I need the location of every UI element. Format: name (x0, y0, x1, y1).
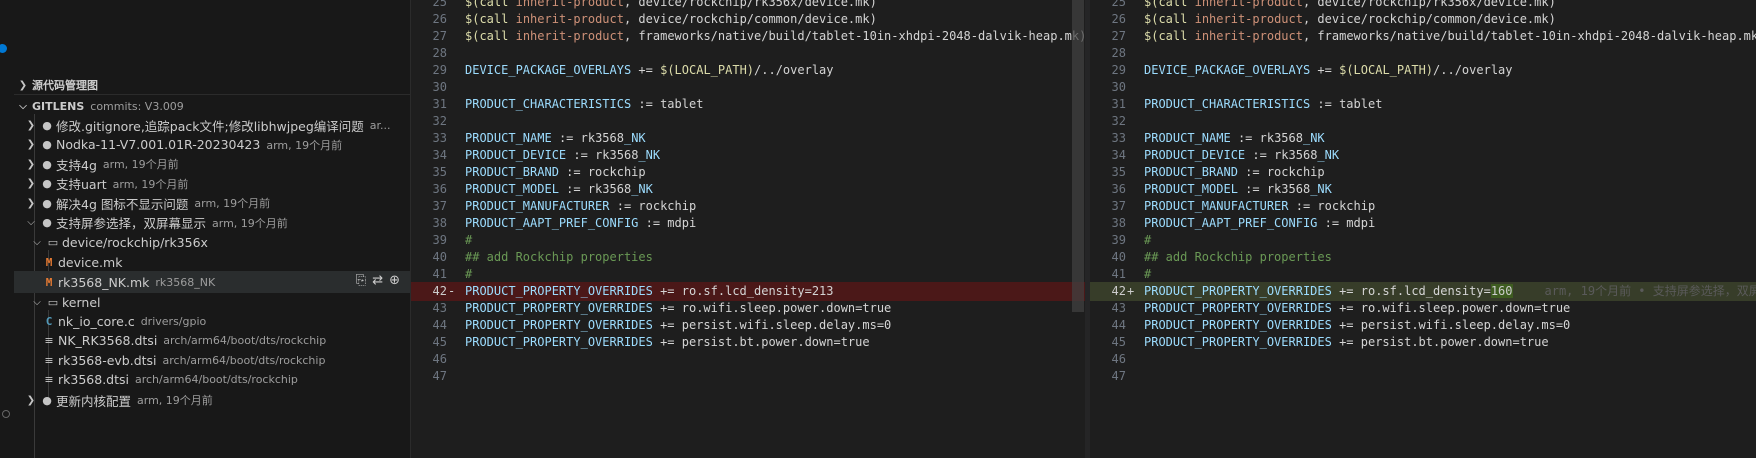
commit-desc: arm, 19个月前 (212, 216, 288, 230)
file-label: rk3568.dtsi (58, 372, 129, 387)
file-path: arch/arm64/boot/dts/rockchip (134, 373, 298, 386)
file-label: rk3568-evb.dtsi (58, 352, 157, 368)
globe-icon[interactable]: ⊕ (389, 273, 400, 288)
diff-left-pane[interactable]: 25 $(call inherit-product, device/rockchi… (411, 0, 1085, 458)
diff-right-pane[interactable]: 25 $(call inherit-product, device/rockchi… (1090, 0, 1756, 458)
dts-file-icon: ≡ (44, 373, 54, 386)
line-number: 47 (432, 369, 447, 383)
row-actions: ⎘ ⇄ ⊕ (356, 273, 400, 288)
commit-label: 修改.gitignore,追踪pack文件;修改libhwjpeg编译问题 (56, 118, 364, 134)
file-path: arch/arm64/boot/dts/rockchip (163, 334, 327, 347)
file-path: rk3568_NK (155, 275, 216, 289)
commit-desc: arm, 19个月前 (112, 177, 189, 191)
commit-label: 支持4g (56, 157, 97, 173)
commit-label: Nodka-11-V7.001.01R-20230423 (56, 137, 261, 152)
dts-file-icon: ≡ (44, 353, 54, 367)
commit-label: 解决4g 图标不显示问题 (56, 196, 189, 212)
commit-label: 支持屏参选择，双屏幕显示 (56, 216, 207, 231)
code-line[interactable]: 47 (1090, 367, 1756, 386)
commit-desc: arm, 19个月前 (102, 158, 179, 171)
compare-icon[interactable]: ⇄ (372, 273, 383, 288)
commit-desc: ar... (369, 118, 391, 132)
chevron-down-icon: ⌵ (19, 100, 27, 112)
makefile-icon: M (45, 275, 53, 289)
person-icon: ● (42, 393, 52, 407)
file-label: rk3568_NK.mk (58, 274, 150, 290)
dts-file-icon: ≡ (44, 334, 54, 347)
person-icon: ● (42, 157, 52, 171)
chevron-down-icon: ⌵ (33, 296, 41, 308)
person-icon: ● (42, 177, 52, 190)
commit-desc: arm, 19个月前 (194, 197, 271, 210)
person-icon: ● (42, 216, 52, 229)
activity-badge (0, 44, 7, 53)
chevron-right-icon: ❯ (26, 394, 36, 406)
c-file-icon: C (45, 314, 53, 328)
file-item[interactable]: ≡ rk3568.dtsi arch/arm64/boot/dts/rockchip… (14, 369, 410, 391)
file-label: device.mk (58, 254, 123, 270)
chevron-right-icon: ❯ (26, 158, 36, 170)
source-control-graph-header[interactable]: ❯ 源代码管理图 (14, 74, 410, 96)
file-path: arch/arm64/boot/dts/rockchip (162, 353, 326, 367)
chevron-right-icon: ❯ (18, 79, 28, 91)
person-icon: ● (42, 196, 52, 210)
folder-device-rockchip[interactable]: ⌵ ▭ device/rockchip/rk356x (14, 231, 410, 253)
chevron-down-icon: ⌵ (33, 236, 41, 248)
chevron-right-icon: ❯ (26, 178, 36, 189)
chevron-right-icon: ❯ (26, 197, 36, 209)
blame-annotation: arm, 19个月前 • 支持屏参选择，双屏幕显示 (1544, 284, 1756, 298)
commit-label: 支持uart (56, 177, 107, 192)
person-icon: ● (42, 138, 52, 151)
file-item[interactable]: Mrk3568_NK.mkrk3568_NKM⎘⇄⊕ (14, 271, 410, 293)
account-icon[interactable] (2, 410, 10, 418)
chevron-right-icon: ❯ (26, 139, 36, 150)
line-number: 47 (1111, 369, 1126, 383)
activity-bar (0, 0, 14, 458)
code-line[interactable]: 47 (411, 367, 1085, 386)
chevron-down-icon: ⌵ (27, 217, 35, 228)
file-label: NK_RK3568.dtsi (58, 333, 158, 348)
file-label: nk_io_core.c (58, 313, 135, 329)
commit-desc: arm, 19个月前 (266, 138, 343, 152)
sidebar: ❯ 源代码管理图 ⌵ GITLENS commits: V3.009 ❯ ● 修改.… (14, 0, 411, 458)
person-icon: ● (42, 118, 52, 132)
scrollbar-thumb[interactable] (1072, 0, 1084, 312)
open-file-icon[interactable]: ⎘ (356, 273, 366, 288)
file-item[interactable]: Mdevice.mkM (14, 251, 410, 273)
makefile-icon: M (45, 255, 53, 269)
commit-item[interactable]: ❯ ● 更新内核配置 arm, 19个月前 (14, 389, 410, 411)
folder-icon: ▭ (47, 235, 59, 249)
chevron-right-icon: ❯ (26, 119, 36, 131)
folder-icon: ▭ (47, 295, 59, 309)
file-path: drivers/gpio (140, 314, 207, 328)
